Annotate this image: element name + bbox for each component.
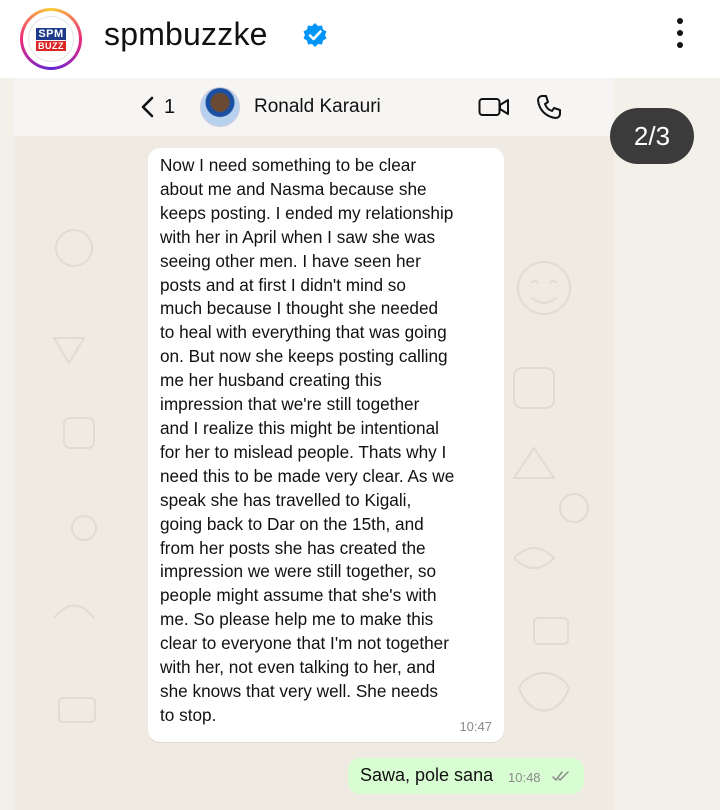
whatsapp-chat-screenshot: 1 Ronald Karauri Now I need something to… — [14, 78, 614, 810]
spmbuzz-logo: SPM BUZZ — [28, 16, 74, 62]
outgoing-message-time: 10:48 — [508, 770, 541, 785]
more-vertical-icon[interactable] — [672, 16, 688, 50]
logo-top-text: SPM — [36, 27, 66, 40]
verified-badge-icon — [303, 23, 327, 47]
double-check-icon — [552, 771, 569, 781]
incoming-message-text: Now I need something to be clear about m… — [160, 155, 455, 725]
outgoing-message-bubble[interactable]: Sawa, pole sana 10:48 — [348, 758, 584, 794]
logo-bottom-text: BUZZ — [36, 40, 66, 51]
username[interactable]: spmbuzzke — [104, 16, 268, 53]
video-call-icon[interactable] — [478, 96, 510, 118]
incoming-message-time: 10:47 — [459, 719, 492, 734]
contact-name[interactable]: Ronald Karauri — [254, 96, 381, 118]
back-icon[interactable] — [140, 96, 154, 118]
phone-call-icon[interactable] — [536, 94, 562, 120]
instagram-post-header: SPM BUZZ spmbuzzke — [0, 0, 720, 78]
incoming-message-bubble[interactable]: Now I need something to be clear about m… — [148, 148, 504, 742]
carousel-page-indicator: 2/3 — [610, 108, 694, 164]
chat-header: 1 Ronald Karauri — [14, 78, 614, 136]
profile-avatar[interactable]: SPM BUZZ — [20, 8, 82, 70]
avatar-inner: SPM BUZZ — [23, 11, 79, 67]
outgoing-message-text: Sawa, pole sana — [360, 765, 494, 785]
contact-avatar[interactable] — [200, 87, 240, 127]
post-image: 1 Ronald Karauri Now I need something to… — [0, 78, 720, 810]
unread-count[interactable]: 1 — [164, 96, 175, 119]
